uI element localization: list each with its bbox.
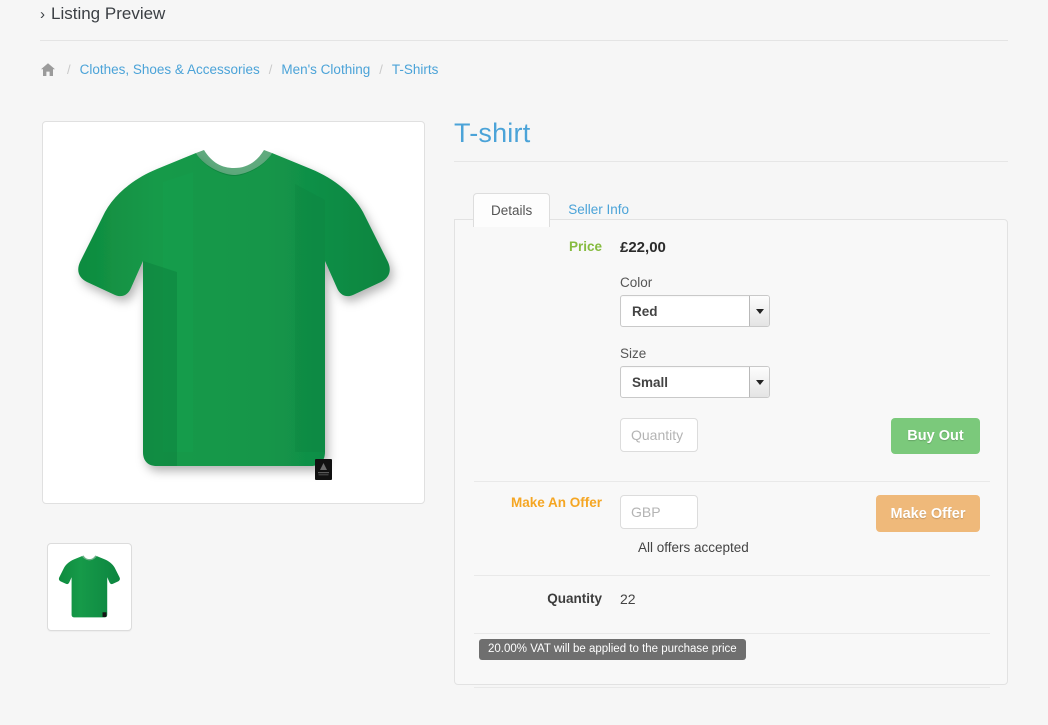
tab-seller-info[interactable]: Seller Info <box>550 192 647 226</box>
listing-preview-page: › Listing Preview / Clothes, Shoes & Acc… <box>0 0 1048 725</box>
quantity-value: 22 <box>620 591 636 607</box>
offer-amount-input[interactable] <box>620 495 698 529</box>
chevron-down-icon[interactable] <box>749 367 769 397</box>
quantity-row: Quantity 22 <box>455 591 1007 609</box>
price-row: Price £22,00 <box>455 239 1007 257</box>
panel-divider <box>474 687 990 688</box>
chevron-down-icon[interactable] <box>749 296 769 326</box>
panel-divider <box>474 481 990 482</box>
home-icon[interactable] <box>40 62 56 77</box>
breadcrumb-item-tshirts[interactable]: T-Shirts <box>392 62 439 77</box>
breadcrumb: / Clothes, Shoes & Accessories / Men's C… <box>40 62 438 77</box>
chevron-right-icon: › <box>40 7 45 22</box>
brand-label-icon <box>315 459 332 480</box>
header-divider <box>40 40 1008 41</box>
vat-badge: 20.00% VAT will be applied to the purcha… <box>479 639 746 660</box>
panel-divider <box>474 633 990 634</box>
tshirt-thumbnail-illustration <box>52 550 127 625</box>
tab-bar: Details Seller Info <box>473 192 647 226</box>
quantity-input[interactable] <box>620 418 698 452</box>
page-header: › Listing Preview <box>40 4 1008 42</box>
breadcrumb-item-mens-clothing[interactable]: Men's Clothing <box>281 62 370 77</box>
color-label: Color <box>620 275 1007 290</box>
title-divider <box>454 161 1008 162</box>
make-offer-row: Make An Offer Make Offer <box>455 495 1007 529</box>
size-label: Size <box>620 346 1007 361</box>
variant-section: Color Red Size Small <box>455 275 1007 398</box>
quantity-label: Quantity <box>455 591 620 606</box>
panel-divider <box>474 575 990 576</box>
offers-accepted-note: All offers accepted <box>638 540 749 555</box>
page-title: › Listing Preview <box>40 4 1008 24</box>
breadcrumb-separator: / <box>260 62 282 77</box>
price-value: £22,00 <box>620 239 666 256</box>
product-thumbnail[interactable] <box>47 543 132 631</box>
details-panel: Price £22,00 Color Red Size Small <box>454 219 1008 685</box>
make-offer-button[interactable]: Make Offer <box>876 495 980 532</box>
size-select-value: Small <box>621 367 749 397</box>
price-label: Price <box>455 239 620 254</box>
tshirt-illustration <box>43 122 425 504</box>
product-title: T-shirt <box>454 118 530 149</box>
color-select-value: Red <box>621 296 749 326</box>
breadcrumb-separator: / <box>370 62 392 77</box>
buy-row: Buy Out <box>455 418 1007 452</box>
color-select[interactable]: Red <box>620 295 770 327</box>
page-title-text: Listing Preview <box>51 4 165 24</box>
product-image-main[interactable] <box>42 121 425 504</box>
breadcrumb-separator: / <box>58 62 80 77</box>
buy-out-button[interactable]: Buy Out <box>891 418 980 454</box>
breadcrumb-item-clothes[interactable]: Clothes, Shoes & Accessories <box>80 62 260 77</box>
make-offer-label: Make An Offer <box>455 495 620 510</box>
size-select[interactable]: Small <box>620 366 770 398</box>
tab-details[interactable]: Details <box>473 193 550 227</box>
